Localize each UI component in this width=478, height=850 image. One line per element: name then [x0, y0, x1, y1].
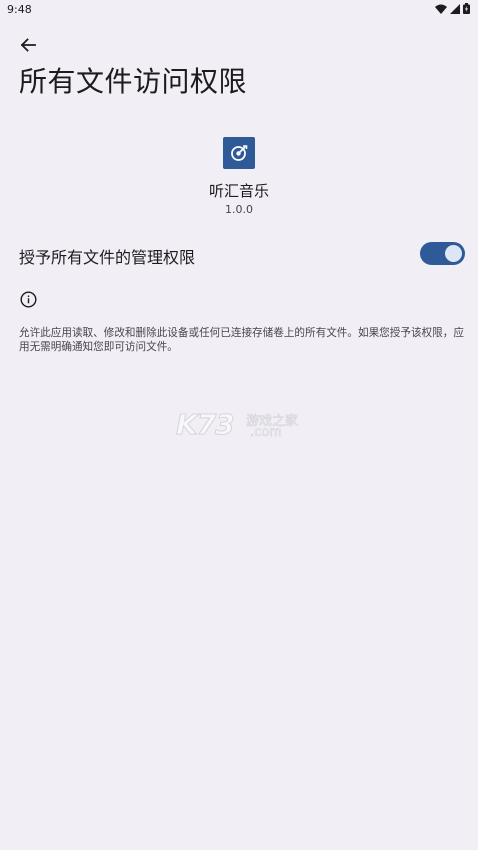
watermark-brand: K73 — [176, 408, 236, 442]
app-icon — [223, 137, 255, 169]
switch-thumb — [445, 245, 462, 262]
back-button[interactable] — [16, 33, 40, 57]
app-version: 1.0.0 — [225, 203, 253, 216]
watermark-domain: .com — [250, 425, 283, 441]
permission-label: 授予所有文件的管理权限 — [19, 248, 196, 267]
wifi-icon — [435, 4, 447, 14]
watermark-logo: K73 游戏之家 .com — [176, 408, 302, 442]
status-bar: 9:48 — [0, 0, 478, 20]
page-title: 所有文件访问权限 — [19, 65, 248, 98]
app-name: 听汇音乐 — [208, 182, 269, 200]
permission-switch[interactable] — [420, 242, 465, 265]
info-icon — [20, 291, 37, 308]
battery-icon — [463, 3, 470, 14]
status-time: 9:48 — [7, 3, 32, 16]
signal-icon — [450, 3, 460, 14]
status-icons — [435, 3, 470, 14]
permission-description: 允许此应用读取、修改和删除此设备或任何已连接存储卷上的所有文件。如果您授予该权限… — [19, 327, 464, 353]
music-note-icon — [231, 145, 248, 161]
arrow-left-icon — [20, 38, 36, 52]
permission-toggle-row[interactable]: 授予所有文件的管理权限 — [0, 236, 478, 272]
